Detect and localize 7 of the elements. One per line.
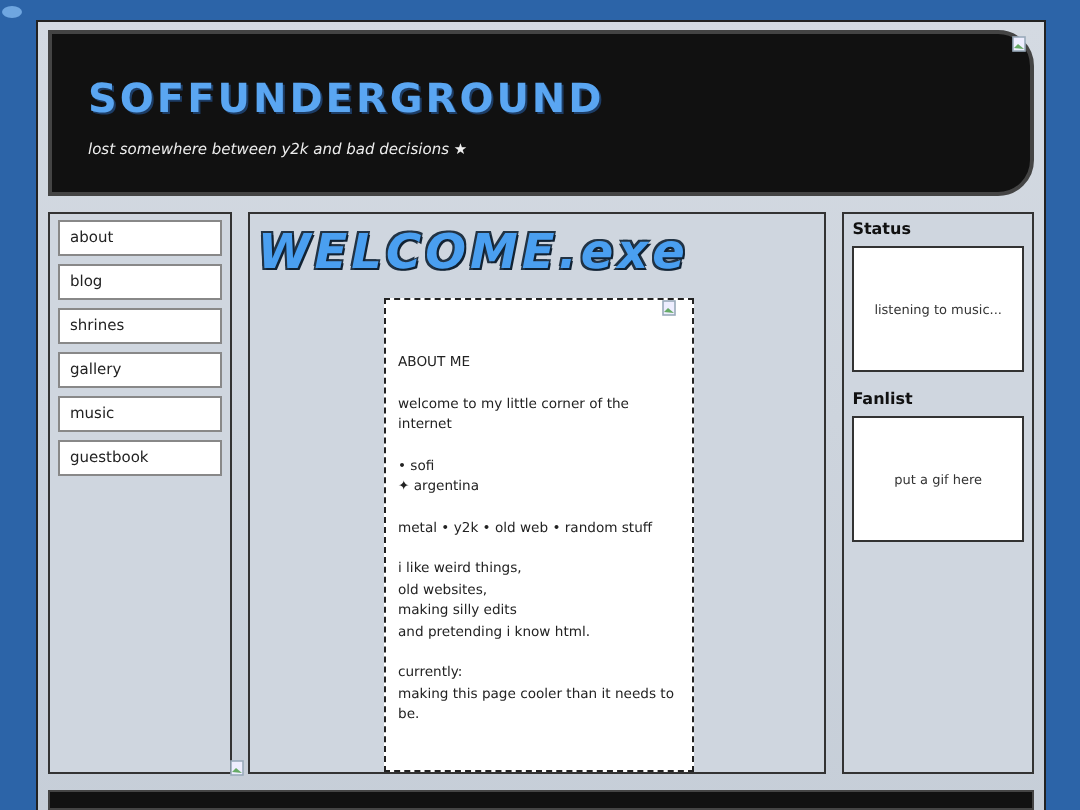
welcome-heading: WELCOME.exe [257,226,689,278]
broken-image-icon [662,300,676,316]
broken-image-icon [229,760,244,776]
side-heading: Status [852,220,911,240]
side-heading: Fanlist [852,390,913,410]
broken-image-icon [1012,36,1026,52]
site-title: SOFFUNDERGROUND [88,74,605,122]
